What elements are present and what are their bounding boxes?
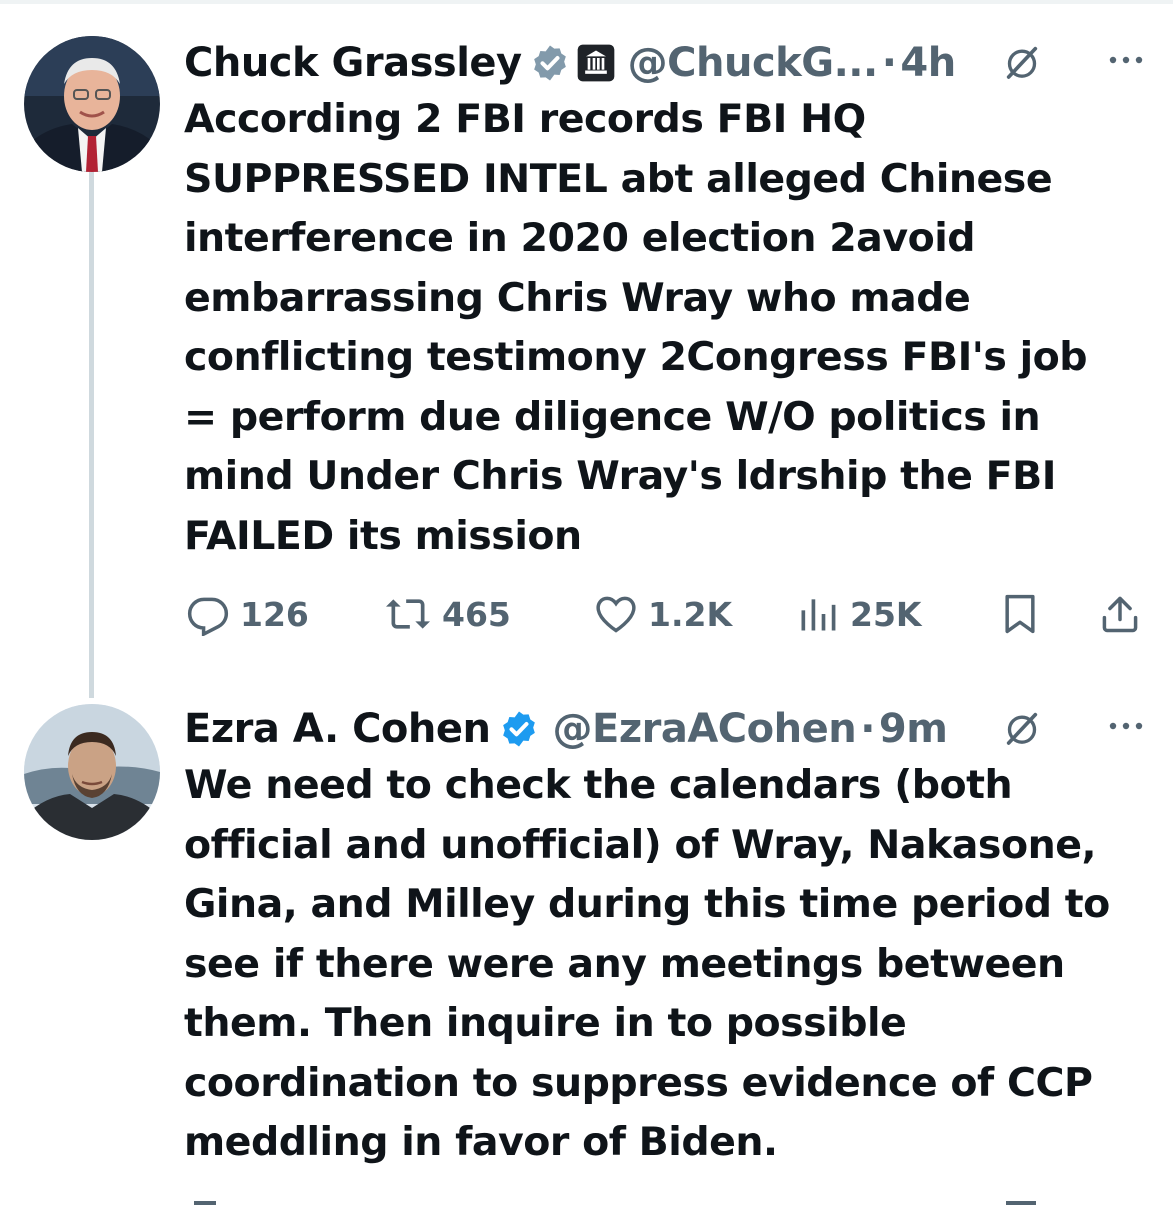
share-button[interactable] [1098, 584, 1152, 644]
repost-icon [386, 599, 430, 629]
author-handle[interactable]: @ChuckG... [628, 40, 879, 86]
tweet-time[interactable]: 9m [879, 706, 948, 752]
grok-icon[interactable] [1002, 708, 1042, 748]
government-badge-icon[interactable] [576, 43, 616, 83]
share-icon [1102, 596, 1138, 633]
verified-badge-icon[interactable] [530, 43, 570, 83]
author-name[interactable]: Chuck Grassley [184, 40, 522, 86]
next-actions-peek [0, 1190, 1173, 1205]
separator-dot: · [860, 706, 875, 752]
tweet-text: We need to check the calendars (both off… [184, 762, 1110, 1165]
tweet-ezra-a-cohen[interactable]: Ezra A. Cohen @EzraACohen · 9m We need to c… [184, 698, 1154, 1173]
tweet-chuck-grassley[interactable]: Chuck Grassley @ChuckG... · 4h According 2 … [184, 32, 1154, 566]
tweet-actions-bar: 126 465 1.2K 25K [184, 584, 1154, 644]
avatar-chuck-grassley[interactable] [24, 36, 160, 172]
thread-connector-line [89, 172, 94, 698]
more-icon[interactable] [1106, 52, 1146, 68]
reply-icon [187, 597, 229, 636]
views-button[interactable]: 25K [796, 584, 922, 644]
like-button[interactable]: 1.2K [594, 584, 732, 644]
separator-dot: · [881, 40, 897, 86]
views-icon [801, 599, 836, 631]
like-count: 1.2K [648, 594, 733, 634]
tweet-time[interactable]: 4h [900, 40, 956, 86]
tweet-header: Chuck Grassley @ChuckG... · 4h [184, 32, 1154, 90]
like-icon [596, 596, 636, 633]
repost-button[interactable]: 465 [384, 584, 511, 644]
tweet-text: According 2 FBI records FBI HQ SUPPRESSE… [184, 96, 1088, 559]
avatar-ezra-a-cohen[interactable] [24, 704, 160, 840]
grok-icon[interactable] [1002, 42, 1042, 82]
bookmark-icon [1005, 594, 1035, 634]
author-name[interactable]: Ezra A. Cohen [184, 706, 491, 752]
reply-count: 126 [240, 594, 309, 634]
top-divider [0, 0, 1173, 4]
tweet-header: Ezra A. Cohen @EzraACohen · 9m [184, 698, 1154, 756]
reply-button[interactable]: 126 [186, 584, 309, 644]
views-count: 25K [850, 594, 922, 634]
verified-badge-icon[interactable] [499, 709, 539, 749]
repost-count: 465 [442, 594, 511, 634]
more-icon[interactable] [1106, 718, 1146, 734]
bookmark-button[interactable] [998, 584, 1052, 644]
author-handle[interactable]: @EzraACohen [553, 706, 857, 752]
